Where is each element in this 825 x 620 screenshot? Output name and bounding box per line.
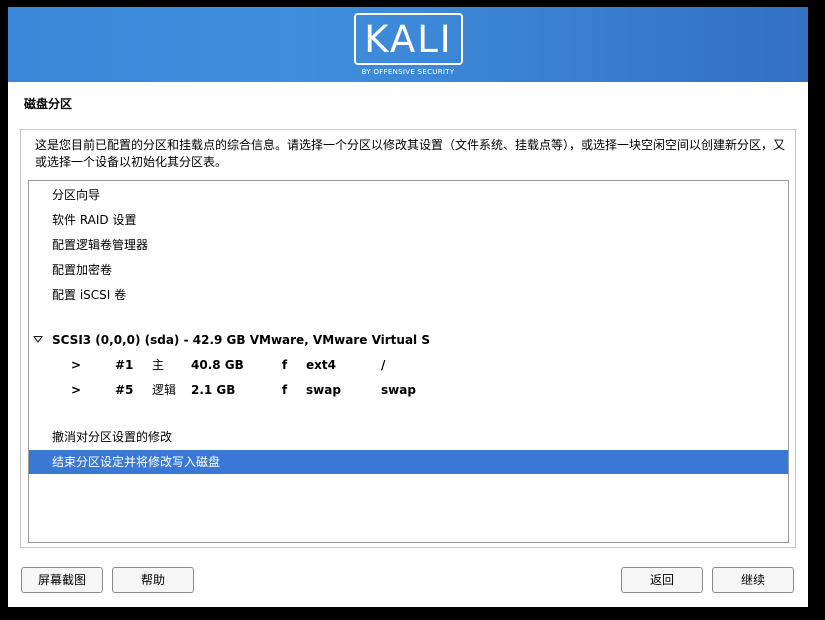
action-label: 结束分区设定并将修改写入磁盘	[52, 455, 221, 469]
partition-panel: 这是您目前已配置的分区和挂载点的综合信息。请选择一个分区以修改其设置（文件系统、…	[20, 129, 796, 548]
partition-type: 主	[152, 358, 165, 372]
partition-format-flag: f	[282, 383, 288, 397]
partition-size: 2.1 GB	[191, 383, 236, 397]
continue-button[interactable]: 继续	[712, 567, 794, 593]
partition-row[interactable]: > #1 主 40.8 GB f ext4 /	[29, 353, 788, 377]
partition-row[interactable]: > #5 逻辑 2.1 GB f swap swap	[29, 378, 788, 402]
page-title: 磁盘分区	[24, 97, 73, 111]
action-finish-partitioning[interactable]: 结束分区设定并将修改写入磁盘	[29, 450, 788, 474]
menu-item-label: 配置加密卷	[52, 263, 113, 277]
partition-arrow: >	[71, 358, 82, 372]
action-undo-changes[interactable]: 撤消对分区设置的修改	[29, 425, 788, 449]
menu-item-partition-wizard[interactable]: 分区向导	[29, 183, 788, 207]
logo-subtitle: BY OFFENSIVE SECURITY	[361, 68, 455, 76]
partition-format-flag: f	[282, 358, 288, 372]
partition-size: 40.8 GB	[191, 358, 244, 372]
disk-label: SCSI3 (0,0,0) (sda) - 42.9 GB VMware, VM…	[52, 333, 430, 347]
partition-type: 逻辑	[152, 383, 177, 397]
action-label: 撤消对分区设置的修改	[52, 430, 173, 444]
kali-logo: KALI	[354, 13, 463, 65]
expand-triangle-icon[interactable]	[33, 336, 43, 343]
installer-window: KALI BY OFFENSIVE SECURITY 磁盘分区 这是您目前已配置…	[8, 7, 808, 607]
partition-filesystem: ext4	[306, 358, 336, 372]
menu-item-label: 分区向导	[52, 188, 101, 202]
partition-number: #5	[115, 383, 134, 397]
partition-number: #1	[115, 358, 134, 372]
back-button[interactable]: 返回	[621, 567, 703, 593]
partition-mountpoint: /	[381, 358, 386, 372]
screenshot-button[interactable]: 屏幕截图	[21, 567, 103, 593]
kali-banner: KALI BY OFFENSIVE SECURITY	[8, 7, 808, 82]
logo-text: KALI	[364, 18, 453, 61]
partition-list[interactable]: 分区向导 软件 RAID 设置 配置逻辑卷管理器 配置加密卷 配置 iSCSI …	[28, 180, 789, 543]
menu-item-label: 软件 RAID 设置	[52, 213, 137, 227]
menu-item-label: 配置 iSCSI 卷	[52, 288, 127, 302]
menu-item-iscsi[interactable]: 配置 iSCSI 卷	[29, 283, 788, 307]
disk-row-sda[interactable]: SCSI3 (0,0,0) (sda) - 42.9 GB VMware, VM…	[29, 328, 788, 352]
page-description: 这是您目前已配置的分区和挂载点的综合信息。请选择一个分区以修改其设置（文件系统、…	[35, 138, 786, 169]
menu-item-lvm[interactable]: 配置逻辑卷管理器	[29, 233, 788, 257]
menu-item-label: 配置逻辑卷管理器	[52, 238, 149, 252]
menu-item-encrypted-volumes[interactable]: 配置加密卷	[29, 258, 788, 282]
help-button[interactable]: 帮助	[112, 567, 194, 593]
partition-mountpoint: swap	[381, 383, 416, 397]
partition-filesystem: swap	[306, 383, 341, 397]
partition-arrow: >	[71, 383, 82, 397]
menu-item-software-raid[interactable]: 软件 RAID 设置	[29, 208, 788, 232]
